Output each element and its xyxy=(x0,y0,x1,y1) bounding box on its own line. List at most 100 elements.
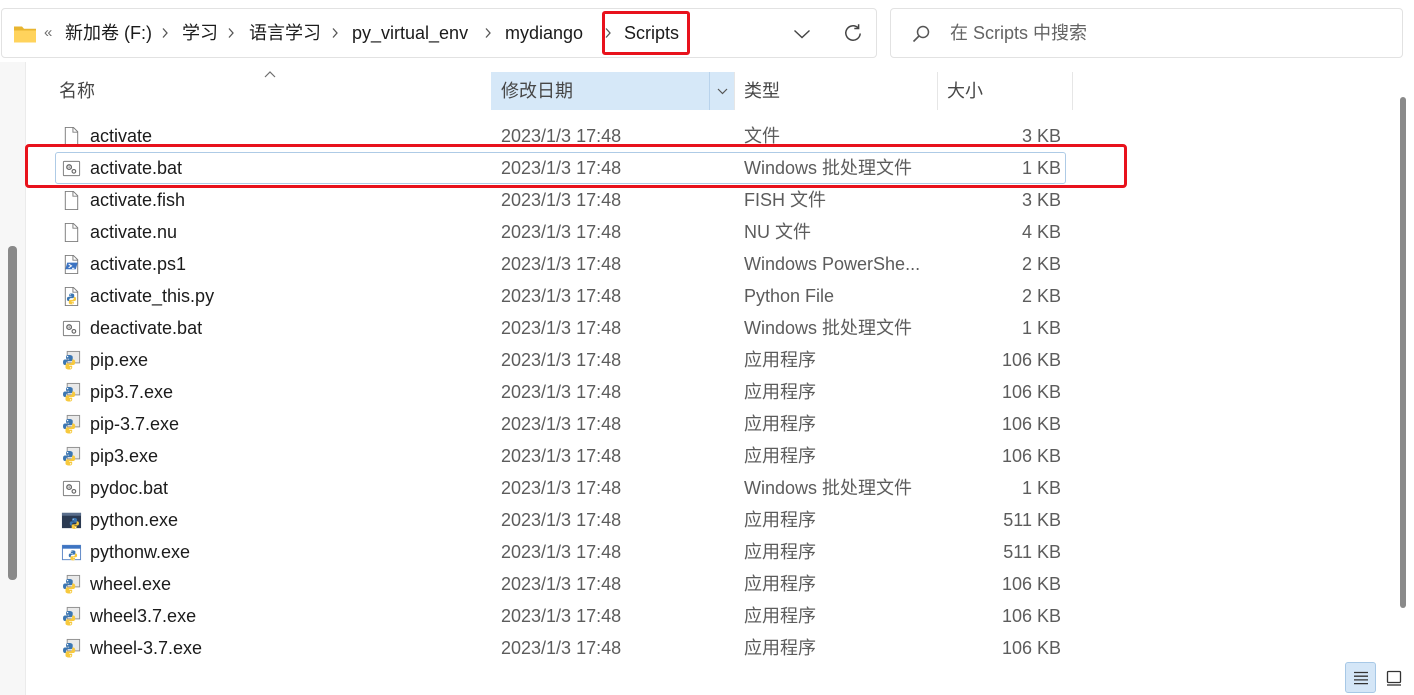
file-modified-date: 2023/1/3 17:48 xyxy=(501,478,622,498)
folder-icon xyxy=(13,24,37,44)
file-name: activate.fish xyxy=(90,190,186,210)
file-row[interactable]: activate.ps1 2023/1/3 17:48 Windows PowerS… xyxy=(55,248,1066,280)
breadcrumb-item-drive[interactable]: 新加卷 (F:) xyxy=(65,23,152,43)
file-row[interactable]: wheel3.7.exe 2023/1/3 17:48 应用程序 106 KB xyxy=(55,600,1066,632)
vertical-scrollbar[interactable] xyxy=(1400,97,1406,608)
breadcrumb-item-py-virtual-env[interactable]: py_virtual_env xyxy=(352,23,468,43)
file-row[interactable]: activate_this.py 2023/1/3 17:48 Python Fil… xyxy=(55,280,1066,312)
file-modified-date: 2023/1/3 17:48 xyxy=(501,286,622,306)
file-row[interactable]: deactivate.bat 2023/1/3 17:48 Windows 批处理文… xyxy=(55,312,1066,344)
file-modified-date: 2023/1/3 17:48 xyxy=(501,318,622,338)
file-row[interactable]: activate.fish 2023/1/3 17:48 FISH 文件 3 KB xyxy=(55,184,1066,216)
file-type: 应用程序 xyxy=(744,382,816,402)
chevron-right-icon[interactable] xyxy=(484,27,492,39)
breadcrumb-overflow-button[interactable]: « xyxy=(44,23,52,43)
file-type: FISH 文件 xyxy=(744,190,827,210)
file-name: pip.exe xyxy=(90,350,149,370)
details-view-icon xyxy=(1352,670,1370,686)
file-size: 3 KB xyxy=(1021,190,1061,210)
large-icons-view-icon xyxy=(1385,669,1403,687)
file-name: pip3.exe xyxy=(90,446,159,466)
search-icon xyxy=(911,24,931,44)
file-row[interactable]: pip3.exe 2023/1/3 17:48 应用程序 106 KB xyxy=(55,440,1066,472)
file-type: Windows PowerShe... xyxy=(744,254,921,274)
file-modified-date: 2023/1/3 17:48 xyxy=(501,414,622,434)
file-modified-date: 2023/1/3 17:48 xyxy=(501,158,622,178)
address-bar[interactable]: « 新加卷 (F:) 学习 语言学习 py_virtual_env mydian… xyxy=(1,8,877,58)
file-row[interactable]: wheel-3.7.exe 2023/1/3 17:48 应用程序 106 KB xyxy=(55,632,1066,664)
file-modified-date: 2023/1/3 17:48 xyxy=(501,542,622,562)
file-type: 应用程序 xyxy=(744,350,816,370)
breadcrumb-item-mydiango[interactable]: mydiango xyxy=(505,23,583,43)
chevron-right-icon[interactable] xyxy=(331,27,339,39)
details-view-button[interactable] xyxy=(1345,662,1376,693)
file-row[interactable]: pydoc.bat 2023/1/3 17:48 Windows 批处理文件 1 KB xyxy=(55,472,1066,504)
file-type: 应用程序 xyxy=(744,574,816,594)
file-list: activate 2023/1/3 17:48 文件 3 KB activate.bat… xyxy=(0,120,1414,664)
file-row[interactable]: pip-3.7.exe 2023/1/3 17:48 应用程序 106 KB xyxy=(55,408,1066,440)
file-name: activate.ps1 xyxy=(90,254,187,274)
file-size: 1 KB xyxy=(1021,478,1061,498)
column-filter-button[interactable] xyxy=(710,72,734,110)
chevron-right-icon[interactable] xyxy=(604,27,612,39)
batch-file-icon xyxy=(61,318,82,339)
file-size: 1 KB xyxy=(1021,318,1061,338)
address-history-button[interactable] xyxy=(785,19,819,49)
column-header-modified[interactable]: 修改日期 xyxy=(491,72,734,110)
file-name: pythonw.exe xyxy=(90,542,191,562)
file-type: 应用程序 xyxy=(744,606,816,626)
large-icons-view-button[interactable] xyxy=(1381,664,1407,691)
search-input[interactable] xyxy=(950,22,1380,44)
file-size: 106 KB xyxy=(1001,638,1061,658)
file-icon xyxy=(61,190,82,211)
file-row[interactable]: python.exe 2023/1/3 17:48 应用程序 511 KB xyxy=(55,504,1066,536)
powershell-script-icon xyxy=(61,254,82,275)
file-modified-date: 2023/1/3 17:48 xyxy=(501,382,622,402)
column-resize-handle[interactable] xyxy=(734,72,735,110)
file-size: 1 KB xyxy=(1021,158,1061,178)
file-modified-date: 2023/1/3 17:48 xyxy=(501,446,622,466)
file-name: python.exe xyxy=(90,510,179,530)
file-modified-date: 2023/1/3 17:48 xyxy=(501,510,622,530)
file-name: activate.bat xyxy=(90,158,183,178)
breadcrumb-item-language-study[interactable]: 语言学习 xyxy=(249,23,321,43)
file-name: activate_this.py xyxy=(90,286,215,306)
file-name: wheel3.7.exe xyxy=(90,606,197,626)
file-icon xyxy=(61,126,82,147)
column-resize-handle[interactable] xyxy=(1072,72,1073,110)
refresh-button[interactable] xyxy=(836,17,870,49)
column-header-name[interactable]: 名称 xyxy=(59,72,95,110)
file-row[interactable]: activate.nu 2023/1/3 17:48 NU 文件 4 KB xyxy=(55,216,1066,248)
file-row[interactable]: activate.bat 2023/1/3 17:48 Windows 批处理文件 1… xyxy=(55,152,1066,184)
python-launcher-icon xyxy=(61,574,82,595)
column-header-type[interactable]: 类型 xyxy=(744,72,780,110)
chevron-right-icon[interactable] xyxy=(161,27,169,39)
batch-file-icon xyxy=(61,158,82,179)
file-row[interactable]: pythonw.exe 2023/1/3 17:48 应用程序 511 KB xyxy=(55,536,1066,568)
file-type: Python File xyxy=(744,286,835,306)
file-icon xyxy=(61,222,82,243)
chevron-right-icon[interactable] xyxy=(227,27,235,39)
column-header-size[interactable]: 大小 xyxy=(947,72,983,110)
column-resize-handle[interactable] xyxy=(937,72,938,110)
search-box[interactable] xyxy=(890,8,1403,58)
file-size: 3 KB xyxy=(1021,126,1061,146)
file-type: 应用程序 xyxy=(744,510,816,530)
file-row[interactable]: wheel.exe 2023/1/3 17:48 应用程序 106 KB xyxy=(55,568,1066,600)
file-row[interactable]: activate 2023/1/3 17:48 文件 3 KB xyxy=(55,120,1066,152)
python-launcher-icon xyxy=(61,414,82,435)
file-size: 2 KB xyxy=(1021,286,1061,306)
file-size: 106 KB xyxy=(1001,606,1061,626)
file-size: 106 KB xyxy=(1001,414,1061,434)
breadcrumb-item-study[interactable]: 学习 xyxy=(182,23,218,43)
file-size: 106 KB xyxy=(1001,350,1061,370)
file-modified-date: 2023/1/3 17:48 xyxy=(501,190,622,210)
file-modified-date: 2023/1/3 17:48 xyxy=(501,350,622,370)
file-type: Windows 批处理文件 xyxy=(744,158,913,178)
file-row[interactable]: pip3.7.exe 2023/1/3 17:48 应用程序 106 KB xyxy=(55,376,1066,408)
breadcrumb-item-scripts[interactable]: Scripts xyxy=(624,23,679,43)
file-name: pip3.7.exe xyxy=(90,382,174,402)
file-modified-date: 2023/1/3 17:48 xyxy=(501,254,622,274)
file-size: 511 KB xyxy=(1003,510,1061,530)
file-row[interactable]: pip.exe 2023/1/3 17:48 应用程序 106 KB xyxy=(55,344,1066,376)
